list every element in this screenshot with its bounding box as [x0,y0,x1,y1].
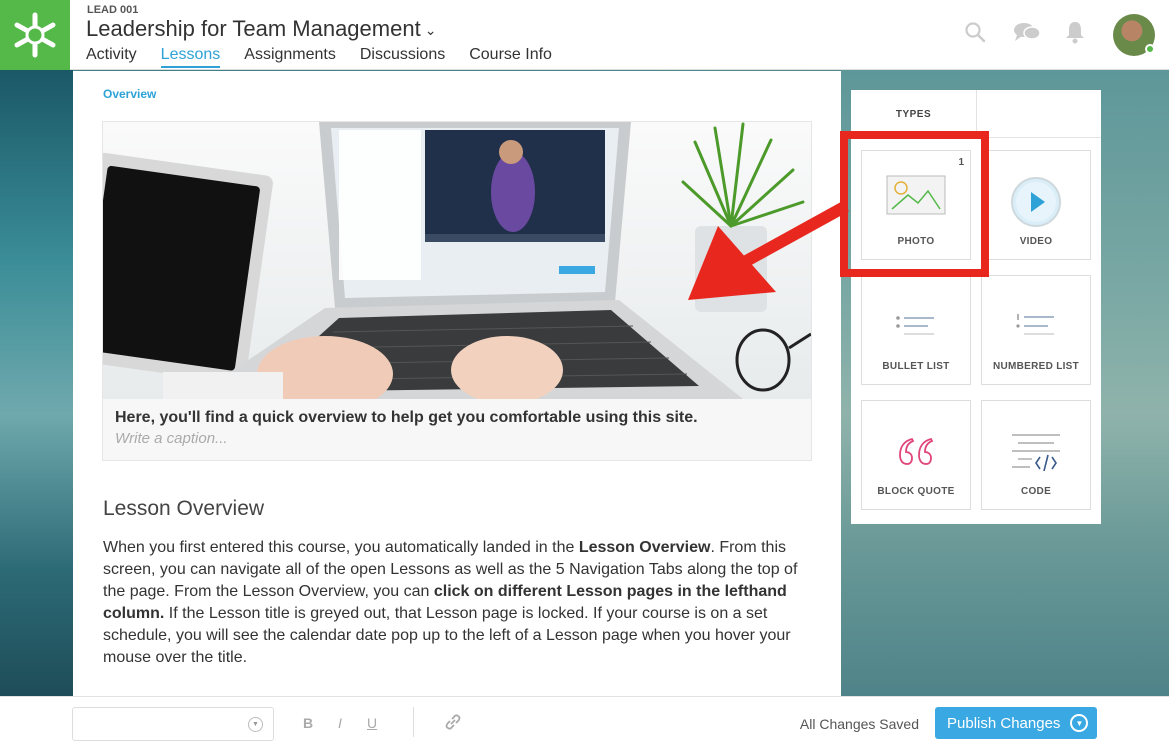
caption-input[interactable]: Write a caption... [115,430,228,447]
publish-changes-button[interactable]: Publish Changes ▼ [935,707,1097,739]
course-code: LEAD 001 [87,4,139,16]
tab-discussions[interactable]: Discussions [360,46,445,68]
course-title: Leadership for Team Management [86,16,421,41]
online-status-dot [1145,44,1155,54]
code-icon [982,431,1090,471]
code-tile-label: CODE [1020,486,1052,497]
play-icon [982,176,1090,228]
types-panel-header: TYPES [851,90,1101,138]
course-title-dropdown[interactable]: Leadership for Team Management ⌄ [86,16,436,42]
bullet-list-icon [862,314,970,336]
photo-caption[interactable]: Here, you'll find a quick overview to he… [115,409,698,427]
photo-icon [862,175,970,215]
publish-label: Publish Changes [947,714,1061,732]
annotation-arrow-icon [688,200,849,300]
lesson-text-1: When you first entered this course, you … [103,539,579,556]
tab-course-info[interactable]: Course Info [469,46,552,68]
lesson-body[interactable]: When you first entered this course, you … [103,537,813,669]
toolbar-divider [413,707,414,737]
type-tile-bullet-list[interactable]: BULLET LIST [861,275,971,385]
tab-activity[interactable]: Activity [86,46,137,68]
video-tile-label: VIDEO [1019,236,1053,247]
type-tile-block-quote[interactable]: BLOCK QUOTE [861,400,971,510]
numbered-list-tile-label: NUMBERED LIST [992,361,1080,372]
tab-assignments[interactable]: Assignments [244,46,336,68]
type-tile-code[interactable]: CODE [981,400,1091,510]
type-tile-video[interactable]: VIDEO [981,150,1091,260]
lesson-heading[interactable]: Lesson Overview [103,497,264,521]
save-status: All Changes Saved [799,716,919,732]
photo-count-badge: 1 [958,157,964,168]
photo-tile-label: PHOTO [897,236,935,247]
avatar[interactable] [1113,14,1155,56]
bold-button[interactable]: B [303,715,313,731]
chat-icon[interactable] [1013,21,1041,49]
bell-icon[interactable] [1063,20,1087,50]
chevron-down-icon: ▼ [248,717,263,732]
underline-button[interactable]: U [367,715,377,731]
format-select[interactable]: ▼ [72,707,274,741]
top-header: LEAD 001 Leadership for Team Management … [0,0,1169,70]
search-icon[interactable] [963,21,987,49]
lesson-bold-1: Lesson Overview [578,539,711,556]
tab-types[interactable]: TYPES [851,90,977,138]
numbered-list-icon [982,312,1090,336]
logo-icon [14,12,56,58]
breadcrumb[interactable]: Overview [103,87,156,101]
type-tile-photo[interactable]: 1 PHOTO [861,150,971,260]
chevron-down-icon: ▼ [1070,714,1089,732]
type-tile-numbered-list[interactable]: NUMBERED LIST [981,275,1091,385]
main-nav: Activity Lessons Assignments Discussions… [86,46,552,68]
chevron-down-icon: ⌄ [424,21,437,38]
background-left [0,70,73,696]
tab-lessons[interactable]: Lessons [160,46,221,68]
block-types-panel: TYPES 1 PHOTO VIDEO BULLET LIST NUMBERED… [851,90,1101,524]
link-icon[interactable] [444,713,462,734]
block-quote-tile-label: BLOCK QUOTE [877,486,955,497]
lesson-editor: Overview Here, you'll find a quick overv… [73,71,841,696]
logo[interactable] [0,0,70,70]
header-actions [963,14,1155,56]
editor-toolbar: ▼ B I U All Changes Saved Publish Change… [0,696,1169,748]
lesson-text-3: If the Lesson title is greyed out, that … [103,605,791,666]
italic-button[interactable]: I [338,715,342,731]
quote-icon [862,435,970,467]
bullet-list-tile-label: BULLET LIST [882,361,950,372]
